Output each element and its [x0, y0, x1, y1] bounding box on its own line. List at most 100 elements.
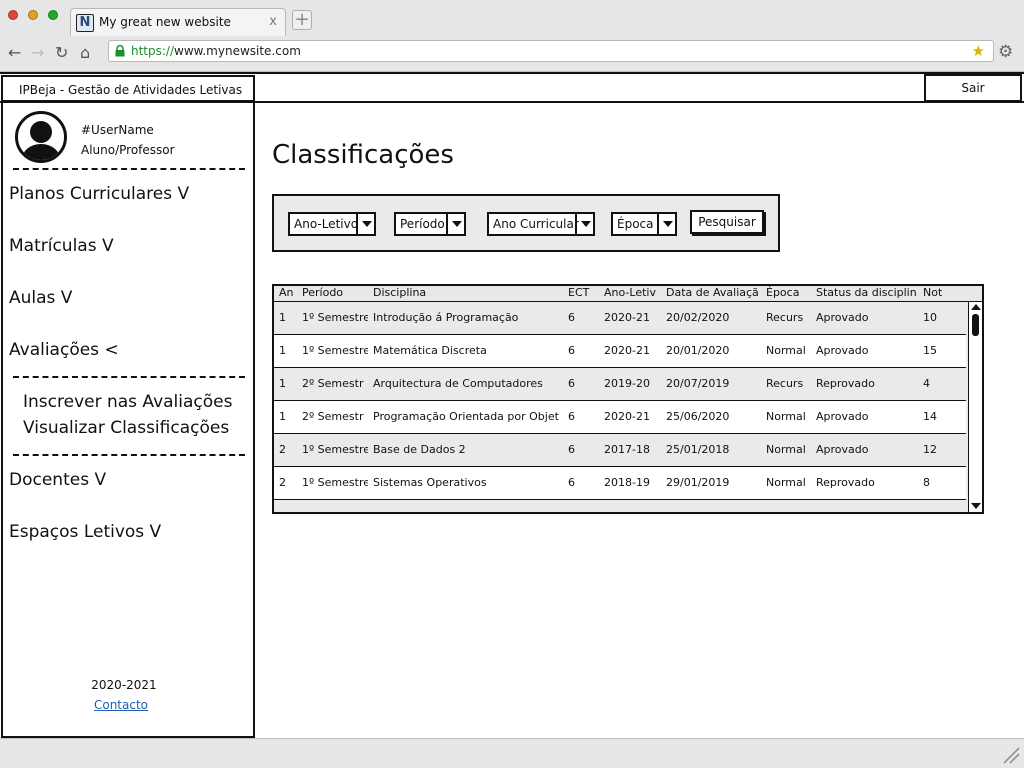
contact-link[interactable]: Contacto	[3, 698, 239, 712]
tab-close-icon[interactable]: x	[269, 14, 277, 29]
cell-ano-letivo: 2020-21	[604, 410, 650, 423]
col-header-ects[interactable]: ECT	[568, 286, 596, 299]
reload-icon[interactable]: ↻	[55, 43, 68, 62]
filter-ano-letivo-select[interactable]: Ano-Letivo	[288, 212, 376, 236]
user-role: Aluno/Professor	[81, 143, 175, 157]
user-name: #UserName	[81, 123, 154, 137]
table-row[interactable]: 1 1º Semestre Matemática Discreta 6 2020-21 2…	[274, 335, 966, 368]
col-header-nota[interactable]: Not	[923, 286, 947, 299]
cell-nota: 15	[923, 344, 937, 357]
home-icon[interactable]: ⌂	[80, 43, 90, 62]
menu-avaliacoes[interactable]: Avaliações <	[9, 340, 119, 360]
cell-nota: 10	[923, 311, 937, 324]
app-header: IPBeja - Gestão de Atividades Letivas Sa…	[0, 72, 1024, 103]
scroll-down-icon[interactable]	[971, 503, 981, 509]
sidebar: #UserName Aluno/Professor Planos Curricu…	[1, 101, 255, 738]
cell-status: Reprovado	[816, 377, 875, 390]
cell-periodo: 2º Semestr	[302, 377, 364, 390]
filter-label: Época	[617, 217, 654, 231]
submenu-visualizar-classificacoes[interactable]: Visualizar Classificações	[23, 418, 229, 438]
chevron-down-icon	[657, 214, 675, 234]
new-tab-button[interactable]: +	[292, 10, 312, 30]
cell-data-avaliacao: 29/01/2019	[666, 476, 730, 489]
scroll-thumb[interactable]	[972, 314, 979, 336]
cell-ects: 6	[568, 377, 575, 390]
brand-box: IPBeja - Gestão de Atividades Letivas	[1, 75, 255, 102]
menu-matriculas[interactable]: Matrículas V	[9, 236, 114, 256]
resize-grip-icon[interactable]	[1002, 746, 1020, 764]
cell-periodo: 1º Semestre	[302, 476, 368, 489]
cell-ects: 6	[568, 410, 575, 423]
cell-epoca: Normal	[766, 443, 806, 456]
cell-ano-letivo: 2020-21	[604, 311, 650, 324]
cell-ano-letivo: 2017-18	[604, 443, 650, 456]
window-close-icon[interactable]	[8, 10, 18, 20]
table-row[interactable]: 1 1º Semestre Introdução á Programação 6 202…	[274, 302, 966, 335]
back-icon[interactable]: ←	[8, 43, 21, 62]
menu-espacos-letivos[interactable]: Espaços Letivos V	[9, 522, 161, 542]
col-header-periodo[interactable]: Período	[302, 286, 368, 299]
col-header-epoca[interactable]: Época	[766, 286, 810, 299]
filter-label: Ano-Letivo	[294, 217, 359, 231]
url-text: https://www.mynewsite.com	[131, 44, 301, 58]
forward-icon[interactable]: →	[31, 43, 44, 62]
browser-status-bar	[0, 738, 1024, 768]
cell-ano: 2	[279, 443, 286, 456]
menu-docentes[interactable]: Docentes V	[9, 470, 106, 490]
divider	[13, 454, 245, 456]
window-zoom-icon[interactable]	[48, 10, 58, 20]
col-header-disciplina[interactable]: Disciplina	[373, 286, 563, 299]
cell-ects: 6	[568, 476, 575, 489]
tab-title: My great new website	[99, 15, 231, 29]
cell-epoca: Normal	[766, 476, 806, 489]
table-header: An Período Disciplina ECT Ano-Letiv Data…	[274, 286, 982, 302]
cell-epoca: Normal	[766, 410, 806, 423]
table-scrollbar[interactable]	[968, 302, 982, 512]
cell-ano-letivo: 2020-21	[604, 344, 650, 357]
academic-year: 2020-2021	[91, 678, 157, 692]
cell-status: Aprovado	[816, 344, 869, 357]
divider	[13, 168, 245, 170]
table-row[interactable]: 2 1º Semestre Sistemas Operativos 6 2018-19 2…	[274, 467, 966, 500]
cell-ano-letivo: 2019-20	[604, 377, 650, 390]
submenu-inscrever-avaliacoes[interactable]: Inscrever nas Avaliações	[23, 392, 232, 412]
menu-aulas[interactable]: Aulas V	[9, 288, 72, 308]
cell-epoca: Normal	[766, 344, 806, 357]
window-minimize-icon[interactable]	[28, 10, 38, 20]
table-row[interactable]: 1 2º Semestr Arquitectura de Computadores 6…	[274, 368, 966, 401]
cell-ano: 1	[279, 410, 286, 423]
cell-disciplina: Introdução á Programação	[373, 311, 519, 324]
cell-nota: 8	[923, 476, 930, 489]
cell-status: Reprovado	[816, 476, 875, 489]
cell-nota: 4	[923, 377, 930, 390]
bookmark-star-icon[interactable]: ★	[972, 42, 985, 60]
page-title: Classificações	[272, 140, 454, 170]
lock-icon	[115, 45, 125, 57]
cell-data-avaliacao: 25/01/2018	[666, 443, 730, 456]
browser-tab[interactable]: N My great new website x	[70, 8, 286, 36]
filter-epoca-select[interactable]: Época	[611, 212, 677, 236]
logout-button[interactable]: Sair	[924, 74, 1022, 102]
col-header-status[interactable]: Status da disciplin	[816, 286, 918, 299]
filter-ano-curricular-select[interactable]: Ano Curricular	[487, 212, 595, 236]
settings-gear-icon[interactable]: ⚙	[998, 42, 1013, 62]
table-row[interactable]: 1 2º Semestr Programação Orientada por Obj…	[274, 401, 966, 434]
cell-disciplina: Arquitectura de Computadores	[373, 377, 543, 390]
search-button[interactable]: Pesquisar	[690, 210, 764, 234]
divider	[13, 376, 245, 378]
address-bar[interactable]: https://www.mynewsite.com ★	[108, 40, 994, 62]
filter-label: Período	[400, 217, 445, 231]
cell-periodo: 1º Semestre	[302, 311, 368, 324]
cell-periodo: 1º Semestre	[302, 443, 368, 456]
cell-ano-letivo: 2018-19	[604, 476, 650, 489]
menu-planos-curriculares[interactable]: Planos Curriculares V	[9, 184, 189, 204]
filter-periodo-select[interactable]: Período	[394, 212, 466, 236]
table-row[interactable]: 2 1º Semestre Base de Dados 2 6 2017-18 25/01…	[274, 434, 966, 467]
col-header-data-avaliacao[interactable]: Data de Avaliaçã	[666, 286, 760, 299]
scroll-up-icon[interactable]	[971, 304, 981, 310]
col-header-ano-letivo[interactable]: Ano-Letiv	[604, 286, 660, 299]
col-header-ano[interactable]: An	[279, 286, 297, 299]
cell-periodo: 2º Semestr	[302, 410, 364, 423]
cell-status: Aprovado	[816, 311, 869, 324]
browser-toolbar: N My great new website x + ← → ↻ ⌂ https…	[0, 0, 1024, 72]
